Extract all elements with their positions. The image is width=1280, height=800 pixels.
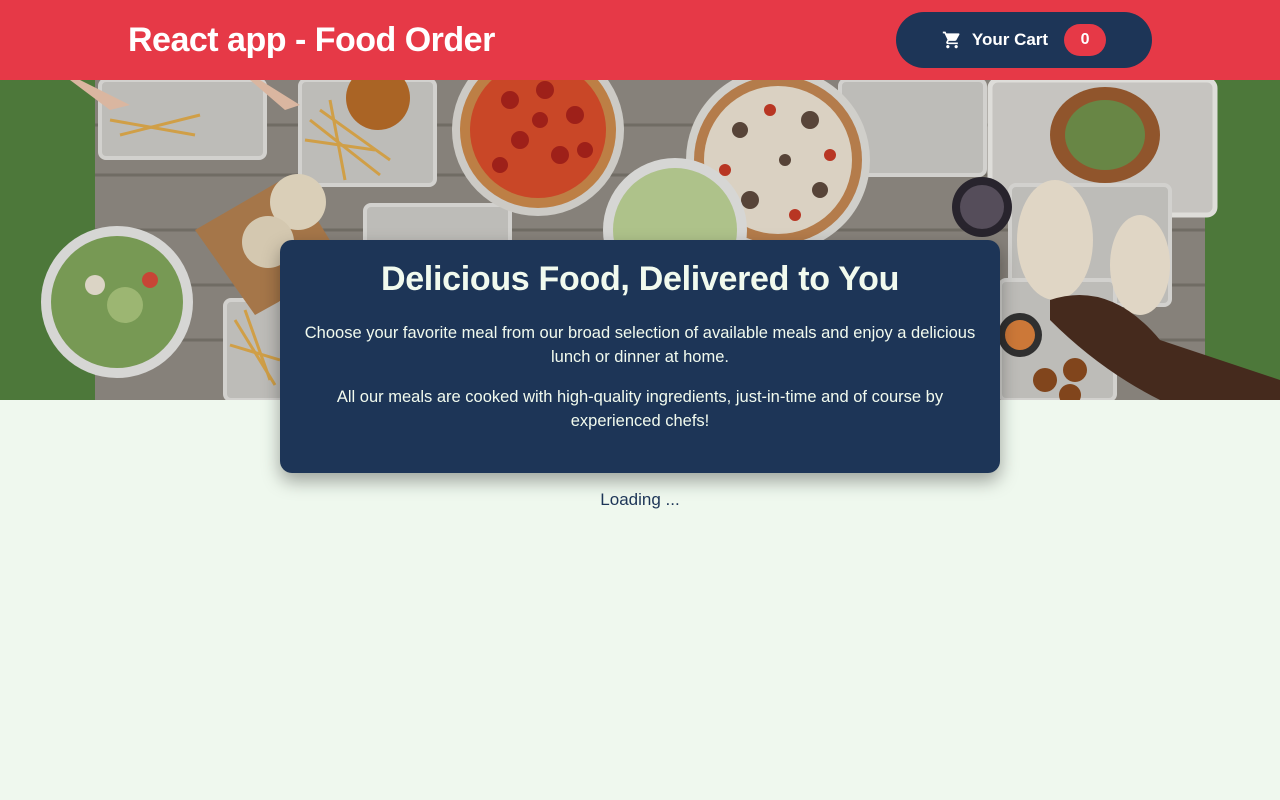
cart-button[interactable]: Your Cart 0	[896, 12, 1152, 68]
summary-paragraph-2: All our meals are cooked with high-quali…	[336, 388, 944, 430]
cart-count-badge: 0	[1064, 24, 1107, 56]
summary-paragraph-1: Choose your favorite meal from our broad…	[304, 324, 976, 366]
cart-label: Your Cart	[971, 30, 1049, 49]
meals-summary-card: Delicious Food, Delivered to You Choose …	[280, 240, 1000, 473]
summary-heading: Delicious Food, Delivered to You	[380, 260, 900, 298]
app-title: React app - Food Order	[128, 20, 495, 59]
app-header: React app - Food Order Your Cart 0	[0, 0, 1280, 80]
cart-icon	[942, 30, 962, 50]
loading-text: Loading ...	[600, 490, 680, 509]
